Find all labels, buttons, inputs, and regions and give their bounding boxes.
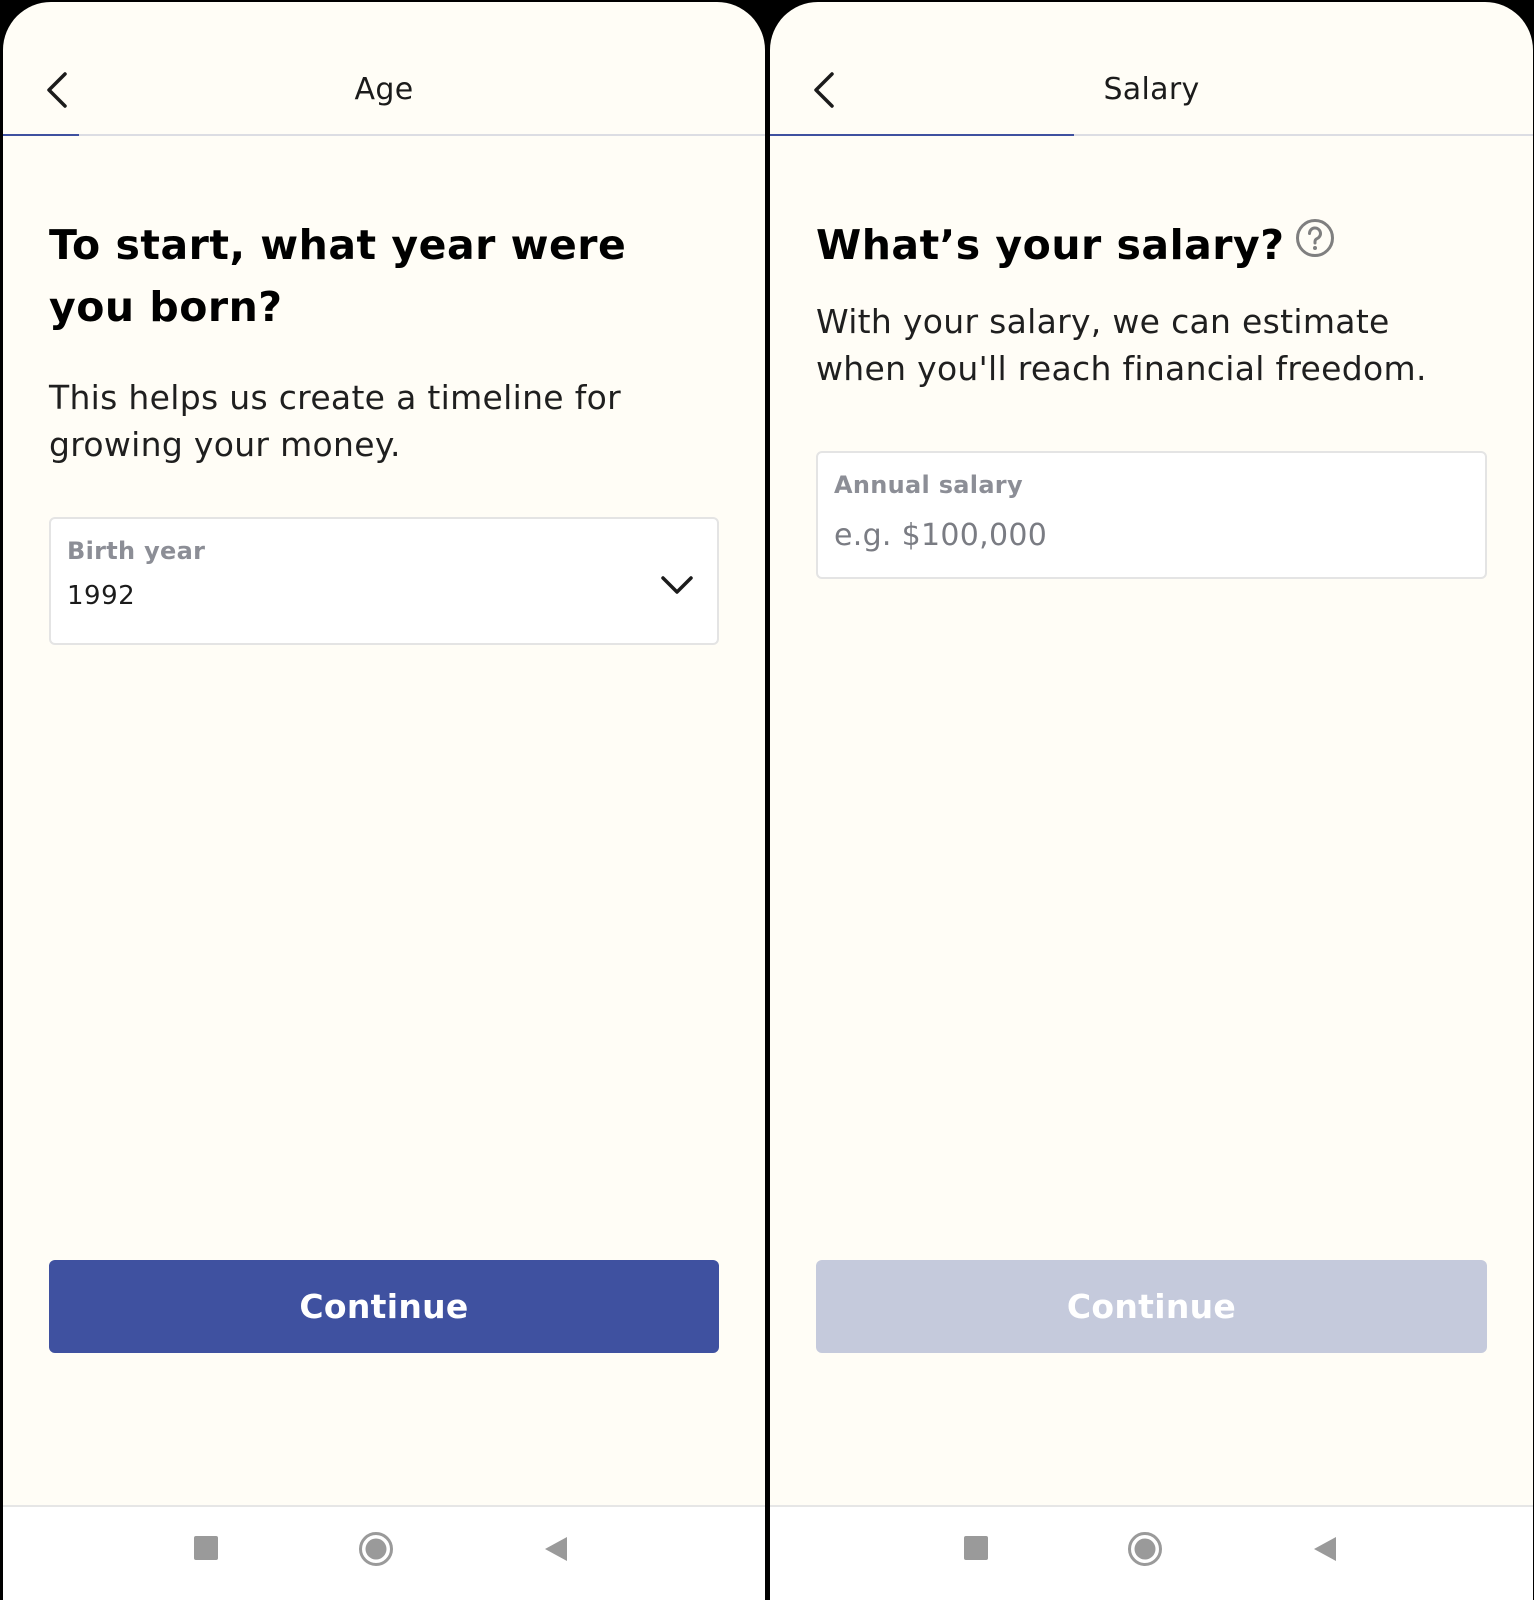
question-content: To start, what year were you born? This … (49, 214, 719, 468)
page-title: Salary (1103, 72, 1200, 107)
system-nav-bar (3, 1505, 765, 1600)
page-title: Age (354, 72, 414, 107)
question-description: This helps us create a timeline for grow… (49, 378, 621, 464)
question-description: With your salary, we can estimate when y… (816, 302, 1427, 388)
annual-salary-field[interactable]: Annual salary (816, 451, 1487, 579)
progress-bar (770, 134, 1533, 136)
question-heading-text: What’s your salary? (816, 221, 1285, 269)
progress-bar (3, 134, 765, 136)
top-app-bar: Salary (770, 2, 1533, 136)
continue-button[interactable]: Continue (49, 1260, 719, 1353)
back-triangle-icon[interactable] (543, 1535, 569, 1567)
chevron-down-icon (661, 576, 693, 594)
question-content: What’s your salary? With your salary, we… (816, 214, 1487, 392)
progress-bar-fill (770, 134, 1074, 136)
recents-square-icon[interactable] (193, 1535, 219, 1565)
annual-salary-label: Annual salary (834, 471, 1023, 499)
question-circle-icon[interactable] (1295, 213, 1335, 275)
continue-button[interactable]: Continue (816, 1260, 1487, 1353)
home-circle-icon[interactable] (1127, 1531, 1163, 1571)
system-nav-bar (770, 1505, 1533, 1600)
back-triangle-icon[interactable] (1312, 1535, 1338, 1567)
question-heading: What’s your salary? (816, 214, 1487, 276)
top-app-bar: Age (3, 2, 765, 136)
question-heading: To start, what year were you born? (49, 221, 627, 331)
annual-salary-input[interactable] (834, 515, 1469, 555)
home-circle-icon[interactable] (358, 1531, 394, 1571)
age-screen: Age To start, what year were you born? T… (3, 2, 765, 1600)
birth-year-value: 1992 (67, 581, 136, 611)
salary-screen: Salary What’s your salary? With your sal… (770, 2, 1533, 1600)
recents-square-icon[interactable] (963, 1535, 989, 1565)
progress-bar-fill (3, 134, 79, 136)
birth-year-label: Birth year (67, 537, 206, 565)
birth-year-select[interactable]: Birth year 1992 (49, 517, 719, 645)
